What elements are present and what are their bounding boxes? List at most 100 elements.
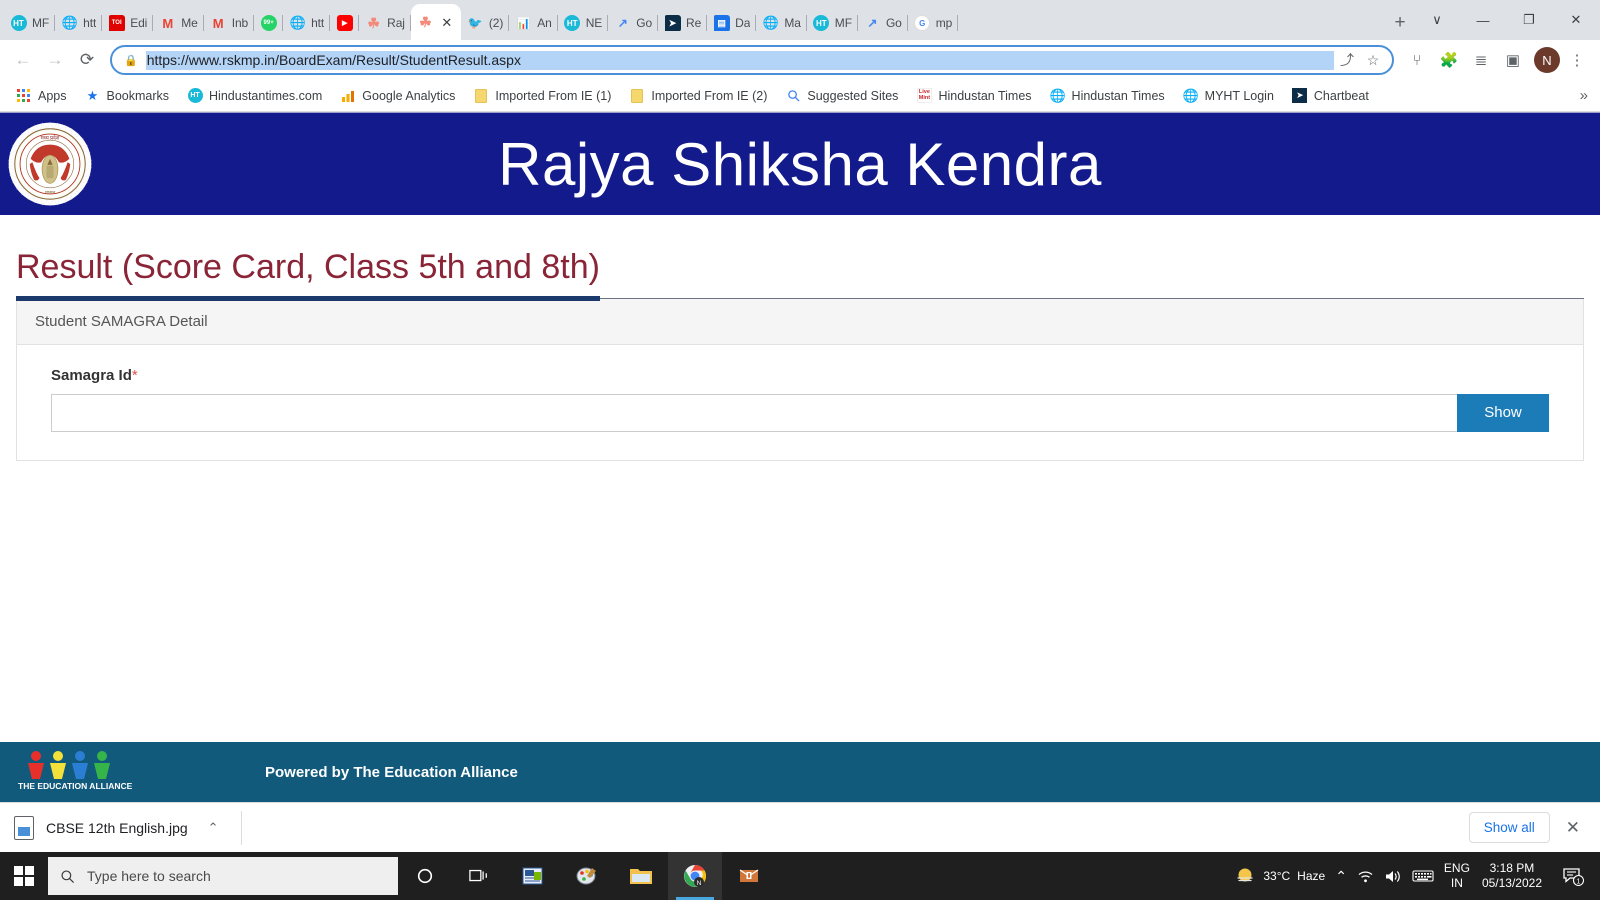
samagra-id-input[interactable] (51, 393, 1457, 432)
download-bar: CBSE 12th English.jpg ⌃ Show all ✕ (0, 802, 1600, 852)
bookmark-item[interactable]: ➤ Chartbeat (1284, 84, 1377, 108)
weather-temperature: 33°C (1263, 869, 1291, 883)
chrome-menu-icon[interactable]: ⋮ (1562, 45, 1592, 75)
bookmark-item[interactable]: Imported From IE (1) (465, 84, 619, 108)
browser-tab[interactable]: Gmp (908, 6, 959, 40)
extension-wave-icon[interactable]: ⑂ (1402, 45, 1432, 75)
share-icon[interactable]: ⤴ (1334, 47, 1360, 73)
browser-tab[interactable]: 🌐 htt (283, 6, 331, 40)
search-icon (61, 869, 75, 883)
url-text[interactable]: https://www.rskmp.in/BoardExam/Result/St… (145, 50, 1334, 70)
rskmp-emblem-icon: ☘ (419, 13, 432, 30)
browser-tab[interactable]: ➤ Re (658, 6, 708, 40)
browser-tab[interactable]: ☘ Raj (359, 6, 411, 40)
lock-icon: 🔒 (124, 54, 138, 67)
maximize-button[interactable]: ❐ (1506, 4, 1552, 36)
browser-tab[interactable]: HT MF (4, 6, 56, 40)
show-all-downloads-button[interactable]: Show all (1468, 812, 1550, 843)
browser-tab[interactable]: 🌐 Ma (756, 6, 808, 40)
gmail-icon: M (212, 15, 224, 31)
side-panel-icon[interactable]: ▣ (1498, 45, 1528, 75)
taskbar-search-box[interactable]: Type here to search (48, 857, 398, 895)
address-bar[interactable]: 🔒 https://www.rskmp.in/BoardExam/Result/… (110, 45, 1394, 75)
new-tab-button[interactable]: + (1386, 9, 1414, 37)
browser-tab-label: (2) (488, 16, 504, 30)
browser-tab[interactable]: ▶ (330, 6, 360, 40)
browser-tab[interactable]: M Me (153, 6, 205, 40)
browser-tab[interactable]: ▤ Da (707, 6, 757, 40)
page-content: Result (Score Card, Class 5th and 8th) S… (0, 215, 1600, 742)
site-title: Rajya Shiksha Kendra (498, 130, 1102, 198)
samagra-id-label: Samagra Id* (51, 367, 1549, 384)
close-download-bar-icon[interactable]: ✕ (1560, 818, 1586, 838)
tab-search-icon[interactable]: ∨ (1414, 4, 1460, 36)
weather-widget[interactable]: 33°C Haze (1234, 865, 1325, 887)
browser-tab-label: An (537, 16, 552, 30)
close-window-button[interactable]: ✕ (1552, 4, 1600, 36)
svg-text:THE EDUCATION ALLIANCE: THE EDUCATION ALLIANCE (18, 781, 133, 791)
browser-tab[interactable]: 99+ (254, 6, 284, 40)
bookmark-label: Chartbeat (1313, 88, 1369, 103)
browser-tab-label: mp (935, 16, 953, 30)
language-indicator[interactable]: ENG IN (1444, 861, 1470, 891)
bookmark-item[interactable]: Google Analytics (332, 84, 463, 108)
bookmark-item[interactable]: Apps (8, 84, 75, 108)
browser-tab[interactable]: 📊 An (509, 6, 559, 40)
browser-tab-label: MF (32, 16, 50, 30)
cortana-icon[interactable] (398, 852, 452, 900)
student-detail-card: Student SAMAGRA Detail Samagra Id* Show (16, 298, 1584, 461)
bookmark-item[interactable]: 🌐 Hindustan Times (1042, 84, 1173, 108)
bookmark-label: Hindustan Times (938, 88, 1032, 103)
chrome-taskbar-icon[interactable]: N (668, 852, 722, 900)
profile-avatar[interactable]: N (1534, 47, 1560, 73)
bookmark-item[interactable]: Live Mint Hindustan Times (908, 84, 1039, 108)
ms-office-news-icon[interactable] (506, 852, 560, 900)
bookmark-item[interactable]: HT Hindustantimes.com (179, 84, 330, 108)
browser-tab[interactable]: HT NE (558, 6, 609, 40)
tab-list: HT MF 🌐 htt TOI Edi M Me M Inb 99+ 🌐 htt ▶ ☘ Raj ☘ ✕ 🐦 (2) 📊… (4, 0, 1380, 40)
download-bar-actions: Show all ✕ (1468, 812, 1586, 843)
download-item[interactable]: CBSE 12th English.jpg ⌃ (14, 810, 242, 845)
browser-tab[interactable]: TOI Edi (102, 6, 154, 40)
browser-tab[interactable]: ↗ Go (608, 6, 658, 40)
bookmark-item[interactable]: ★ Bookmarks (77, 84, 178, 108)
browser-tab[interactable]: 🐦 (2) (461, 6, 510, 40)
back-icon[interactable]: ← (8, 45, 38, 75)
reading-list-icon[interactable]: ≣ (1466, 45, 1496, 75)
bookmark-star-icon[interactable]: ☆ (1360, 47, 1386, 73)
notification-center-button[interactable]: 1 (1552, 852, 1594, 900)
orange-app-icon[interactable] (722, 852, 776, 900)
site-footer: THE EDUCATION ALLIANCE Powered by The Ed… (0, 742, 1600, 802)
bookmark-item[interactable]: 🌐 MYHT Login (1175, 84, 1282, 108)
close-tab-icon[interactable]: ✕ (439, 14, 455, 30)
twitter-icon: 🐦 (467, 16, 483, 30)
chevron-up-icon[interactable]: ⌃ (208, 820, 219, 836)
task-view-icon[interactable] (452, 852, 506, 900)
bookmarks-overflow-icon[interactable]: » (1580, 87, 1592, 104)
reload-icon[interactable]: ⟳ (72, 45, 102, 75)
bookmarks-bar: Apps ★ Bookmarks HT Hindustantimes.com Google… (0, 80, 1600, 112)
apps-grid-icon (16, 88, 32, 104)
download-file-name: CBSE 12th English.jpg (46, 819, 188, 836)
file-explorer-icon[interactable] (614, 852, 668, 900)
browser-tab[interactable]: ☘ ✕ (410, 4, 461, 40)
search-icon (785, 88, 801, 104)
browser-tab[interactable]: M Inb (204, 6, 255, 40)
ht-circle-icon: HT (187, 88, 203, 104)
bookmark-item[interactable]: Imported From IE (2) (621, 84, 775, 108)
clock[interactable]: 3:18 PM 05/13/2022 (1482, 861, 1542, 891)
windows-taskbar: Type here to search N 33°C Haze ⌃ ENG IN… (0, 852, 1600, 900)
browser-tab[interactable]: ↗ Go (858, 6, 908, 40)
extensions-puzzle-icon[interactable]: 🧩 (1434, 45, 1464, 75)
show-button[interactable]: Show (1457, 393, 1549, 432)
footer-text: Powered by The Education Alliance (265, 763, 518, 781)
forward-icon[interactable]: → (40, 45, 70, 75)
paint-icon[interactable] (560, 852, 614, 900)
tray-overflow-chevron-icon[interactable]: ⌃ (1335, 868, 1347, 885)
minimize-button[interactable]: — (1460, 4, 1506, 36)
browser-tab[interactable]: HT MF (807, 6, 859, 40)
browser-tab-label: Raj (387, 16, 405, 30)
start-button[interactable] (0, 852, 48, 900)
bookmark-item[interactable]: Suggested Sites (777, 84, 906, 108)
browser-tab[interactable]: 🌐 htt (55, 6, 103, 40)
